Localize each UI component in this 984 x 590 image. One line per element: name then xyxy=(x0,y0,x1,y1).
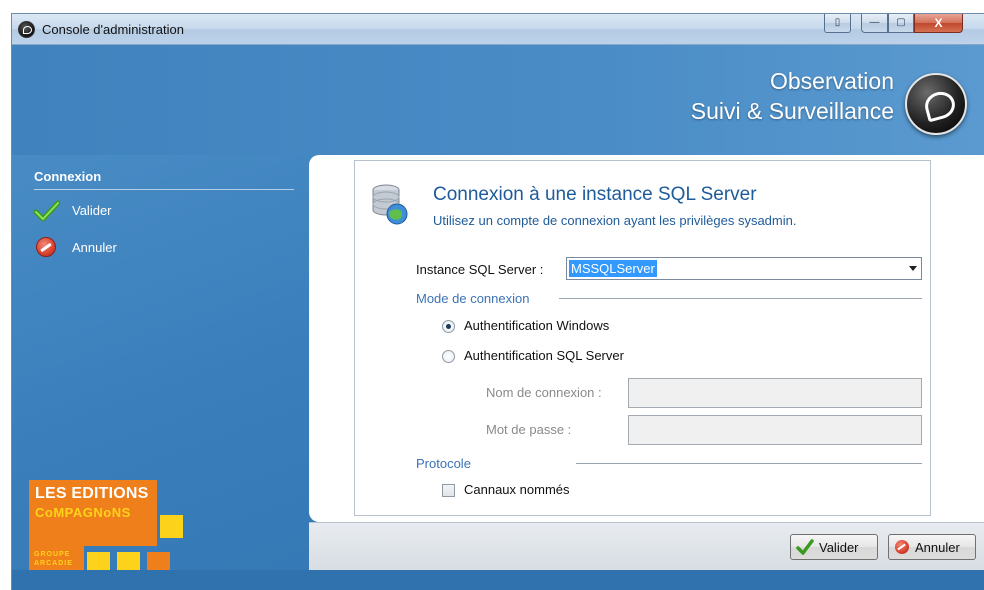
check-icon xyxy=(796,539,814,555)
brand-subtitle: Suivi & Surveillance xyxy=(690,98,894,124)
logo-square xyxy=(160,515,183,538)
valider-button-label: Valider xyxy=(819,540,859,555)
company-logo-text-1: LES EDITIONS xyxy=(35,485,149,502)
protocol-section-label: Protocole xyxy=(416,456,471,471)
company-logo-text-3: GROUPE ARCADIE xyxy=(34,551,73,567)
close-button[interactable]: X xyxy=(914,14,963,33)
mode-section-label: Mode de connexion xyxy=(416,291,530,306)
form-title: Connexion à une instance SQL Server xyxy=(433,184,757,205)
brand-title: Observation xyxy=(769,68,894,94)
password-input[interactable] xyxy=(628,415,922,445)
app-logo-icon xyxy=(18,21,35,38)
window-layout-button[interactable]: ▯ xyxy=(824,14,851,33)
sidebar-item-label: Valider xyxy=(72,203,112,218)
check-icon xyxy=(34,200,60,222)
instance-select[interactable]: MSSQLServer xyxy=(566,257,922,280)
company-logo: LES EDITIONS CoMPAGNoNS GROUPE ARCADIE xyxy=(29,480,183,580)
sidebar-item-valider[interactable]: Valider xyxy=(34,198,234,224)
instance-select-value: MSSQLServer xyxy=(569,260,657,277)
banner: Observation Suivi & Surveillance xyxy=(12,45,984,155)
bottom-strip xyxy=(12,570,984,590)
chevron-down-icon[interactable] xyxy=(909,266,917,271)
sidebar-divider xyxy=(34,189,294,190)
minimize-button[interactable]: — xyxy=(861,14,888,33)
radio-sql-auth-label[interactable]: Authentification SQL Server xyxy=(464,348,624,363)
cancel-icon xyxy=(895,540,909,554)
maximize-button[interactable]: ▢ xyxy=(888,14,914,33)
login-label: Nom de connexion : xyxy=(486,385,602,400)
form-subtitle: Utilisez un compte de connexion ayant le… xyxy=(433,213,797,228)
valider-button[interactable]: Valider xyxy=(790,534,878,560)
mode-section-divider xyxy=(559,298,922,299)
password-label: Mot de passe : xyxy=(486,422,572,437)
window-title: Console d'administration xyxy=(42,22,184,37)
instance-label: Instance SQL Server : xyxy=(416,262,544,277)
radio-sql-auth[interactable] xyxy=(442,350,455,363)
sidebar-section-title: Connexion xyxy=(34,169,102,184)
named-pipes-checkbox[interactable] xyxy=(442,484,455,497)
footer-bar xyxy=(309,522,984,570)
database-icon xyxy=(372,184,408,225)
login-input[interactable] xyxy=(628,378,922,408)
title-bar[interactable]: Console d'administration ▯ — ▢ X xyxy=(12,14,984,45)
radio-windows-auth-label[interactable]: Authentification Windows xyxy=(464,318,609,333)
annuler-button[interactable]: Annuler xyxy=(888,534,976,560)
annuler-button-label: Annuler xyxy=(915,540,960,555)
cancel-icon xyxy=(36,237,56,257)
sidebar-item-label: Annuler xyxy=(72,240,117,255)
product-logo-icon xyxy=(905,73,967,135)
protocol-section-divider xyxy=(576,463,922,464)
radio-windows-auth[interactable] xyxy=(442,320,455,333)
company-logo-main: LES EDITIONS CoMPAGNoNS xyxy=(29,480,157,546)
sidebar-item-annuler[interactable]: Annuler xyxy=(34,235,234,261)
company-logo-text-2: CoMPAGNoNS xyxy=(35,505,131,520)
named-pipes-label[interactable]: Cannaux nommés xyxy=(464,482,570,497)
